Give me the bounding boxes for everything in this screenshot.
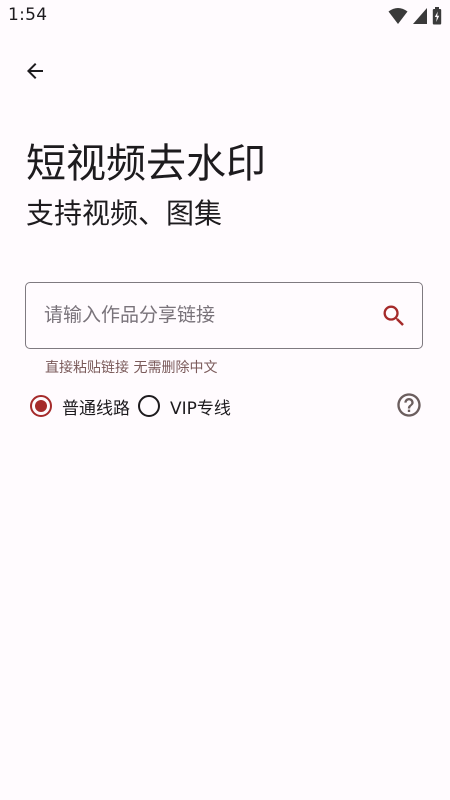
arrow-back-icon <box>27 63 43 79</box>
search-input[interactable] <box>44 283 364 347</box>
signal-icon <box>413 8 427 24</box>
radio-button-selected[interactable] <box>30 395 52 417</box>
route-label-vip: VIP专线 <box>170 398 231 419</box>
status-icons <box>388 6 442 26</box>
route-radio-group: 普通线路 VIP专线 <box>30 390 239 422</box>
radio-dot <box>35 400 47 412</box>
search-box <box>25 282 423 349</box>
page-subtitle: 支持视频、图集 <box>26 197 223 230</box>
search-button[interactable] <box>378 300 410 332</box>
route-option-vip[interactable]: VIP专线 <box>138 394 231 419</box>
wifi-icon <box>388 8 408 24</box>
page-title: 短视频去水印 <box>26 141 266 187</box>
status-time: 1:54 <box>8 5 48 25</box>
radio-button-unselected[interactable] <box>138 395 160 417</box>
back-button[interactable] <box>14 50 56 92</box>
route-option-normal[interactable]: 普通线路 <box>30 394 130 419</box>
route-label-normal: 普通线路 <box>62 398 130 419</box>
search-icon <box>383 305 404 326</box>
battery-icon <box>432 7 442 25</box>
help-icon <box>397 393 421 417</box>
help-button[interactable] <box>395 391 423 419</box>
status-bar: 1:54 <box>0 0 450 32</box>
helper-text: 直接粘贴链接 无需删除中文 <box>45 360 218 376</box>
